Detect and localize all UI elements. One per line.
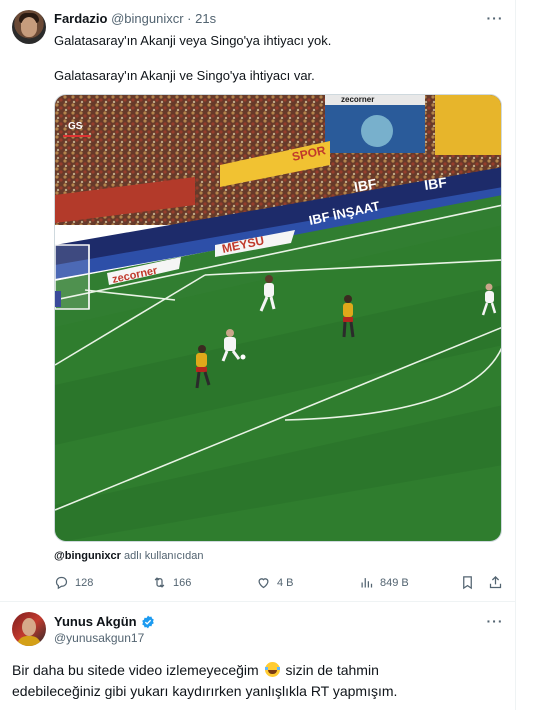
retweet-button[interactable]: 166 [152,575,191,590]
column-divider [515,0,516,710]
reply-count: 128 [75,576,94,589]
retweet-icon [154,577,165,588]
reply-avatar[interactable] [12,612,46,646]
reply-button[interactable]: 128 [54,575,93,590]
football-pitch-image: IBF İNŞAAT IBF IBF MEYSU zecorner zecorn… [55,95,501,541]
tweet-time[interactable]: 21s [195,11,216,26]
views-count: 849 B [380,576,409,589]
tweet-text-line-1: Galatasaray'ın Akanji veya Singo'ya ihti… [54,33,332,48]
heart-icon [258,578,269,589]
separator-dot: · [187,11,192,26]
ad-ibf-2: IBF [423,174,448,193]
reply-text-after-emoji: sizin de tahmin [285,662,379,678]
reply-author-handle[interactable]: @yunusakgun17 [54,631,144,645]
retweet-count: 166 [173,576,192,589]
reply-text-before-emoji: Bir daha bu sitede video izlemeyeceğim [12,662,259,678]
media-credit[interactable]: @bingunixcr adlı kullanıcıdan [54,550,204,562]
broadcast-logo-underline [63,135,91,137]
tweet[interactable]: Fardazio @bingunixcr · 21s ··· Galatasar… [0,0,515,602]
tweet-text-line-2: Galatasaray'ın Akanji ve Singo'ya ihtiya… [54,68,315,83]
like-count: 4 B [277,576,294,589]
player-left-edge [55,291,61,307]
views-icon [361,578,373,588]
share-icon [489,575,502,589]
author-name[interactable]: Fardazio [54,11,107,26]
bookmark-button[interactable] [460,575,475,590]
reply-text-line-2: edebileceğiniz gibi yukarı kaydırırken y… [12,683,398,699]
share-button[interactable] [488,575,503,590]
ad-zecorner-top: zecorner [341,95,374,104]
reply-icon [55,576,68,590]
tweet-header: Fardazio @bingunixcr · 21s [54,11,216,26]
verified-badge-icon[interactable] [141,615,155,629]
reply-author-name[interactable]: Yunus Akgün [54,614,137,629]
like-button[interactable]: 4 B [256,575,294,590]
tweet-media-video[interactable]: IBF İNŞAAT IBF IBF MEYSU zecorner zecorn… [54,94,502,542]
author-handle[interactable]: @bingunixcr [111,11,183,26]
avatar[interactable] [12,10,46,44]
credit-handle[interactable]: @bingunixcr [54,550,121,562]
views-button[interactable]: 849 B [359,575,409,590]
reply-text-line-1: Bir daha bu sitede video izlemeyeceğim s… [12,660,379,680]
tweet-actions: 128 166 4 B 849 B [54,575,504,593]
bookmark-icon [463,576,472,590]
more-horizontal-icon[interactable]: ··· [486,11,504,31]
tears-of-joy-emoji-icon [264,662,280,677]
reply-author[interactable]: Yunus Akgün [54,614,155,629]
broadcast-logo: GS [68,121,83,132]
more-horizontal-icon[interactable]: ··· [486,614,504,634]
credit-suffix: adlı kullanıcıdan [124,550,204,562]
